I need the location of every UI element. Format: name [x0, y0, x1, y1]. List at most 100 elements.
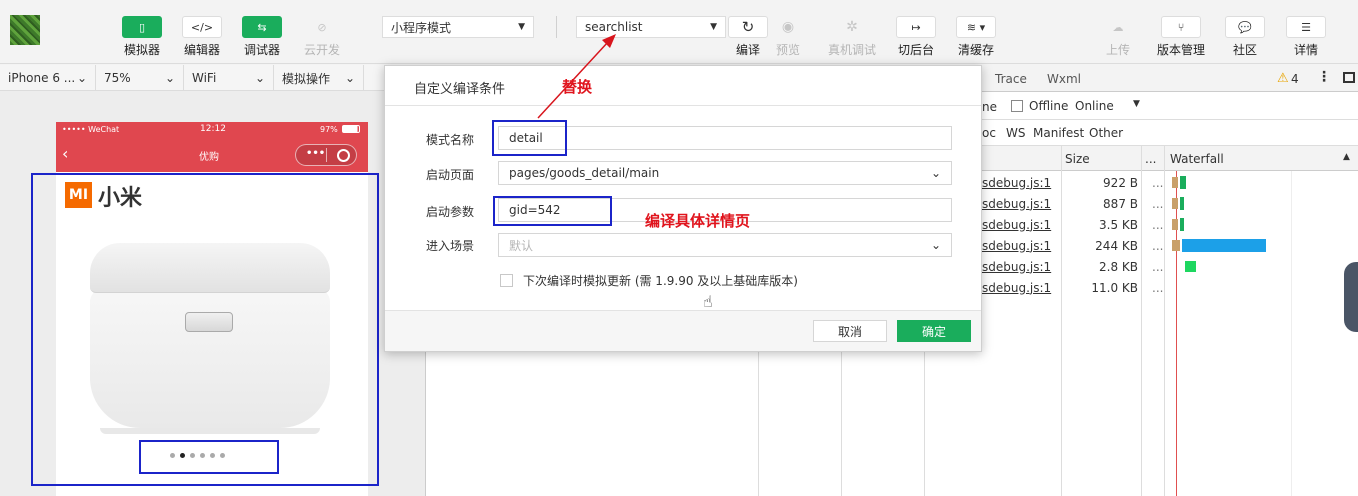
waterfall-download-bar: [1180, 176, 1186, 189]
device-bar: iPhone 6 ... ⌄ 75% ⌄ WiFi ⌄ 模拟操作 ⌄: [0, 65, 400, 91]
request-initiator[interactable]: sdebug.js:1: [982, 239, 1051, 253]
waterfall-wait-bar: [1172, 219, 1178, 230]
table-row[interactable]: sdebug.js:1 11.0 KB...: [982, 277, 1358, 298]
confirm-button[interactable]: 确定: [897, 320, 971, 342]
back-arrow-icon[interactable]: ‹: [62, 144, 68, 163]
request-size: 887 B: [1103, 196, 1138, 211]
column-waterfall[interactable]: Waterfall: [1170, 152, 1224, 166]
switch-background-icon: ↦: [911, 20, 921, 34]
more-dots-icon[interactable]: •••: [306, 148, 325, 159]
mode-select-value: 小程序模式: [391, 20, 452, 35]
upload-cloud-icon: ☁: [1112, 20, 1124, 34]
waterfall-wait-bar: [1172, 198, 1178, 209]
sort-up-icon[interactable]: ▲: [1343, 152, 1350, 162]
type-other[interactable]: Other: [1089, 126, 1123, 140]
nav-title: 优购: [199, 152, 219, 163]
warning-icon[interactable]: ⚠: [1277, 71, 1289, 86]
start-page-label: 启动页面: [426, 168, 475, 182]
scene-placeholder: 默认: [509, 238, 534, 253]
dock-icon[interactable]: [1343, 72, 1355, 83]
type-doc[interactable]: oc: [982, 126, 996, 140]
status-time: 12:12: [200, 124, 226, 134]
table-row[interactable]: sdebug.js:1 922 B...: [982, 172, 1358, 193]
chevron-down-icon: ⌄: [164, 71, 175, 85]
request-size: 922 B: [1103, 175, 1138, 190]
branch-icon: ⑂: [1177, 20, 1185, 34]
type-ws[interactable]: WS: [1006, 126, 1025, 140]
tab-wxml[interactable]: Wxml: [1047, 72, 1081, 86]
layers-icon: ≋ ▾: [966, 20, 986, 34]
capsule-menu[interactable]: •••: [295, 144, 357, 166]
type-manifest[interactable]: Manifest: [1033, 126, 1084, 140]
operation-select[interactable]: 模拟操作 ⌄: [274, 65, 364, 91]
battery-text: 97%: [320, 125, 338, 134]
tab-trace[interactable]: Trace: [995, 72, 1027, 86]
operation-select-value: 模拟操作: [282, 71, 331, 86]
eye-icon: ◉: [781, 19, 795, 35]
throttle-select[interactable]: Online: [1075, 99, 1114, 113]
table-row[interactable]: sdebug.js:1 2.8 KB...: [982, 256, 1358, 277]
chevron-down-icon: ⌄: [930, 166, 941, 180]
request-initiator[interactable]: sdebug.js:1: [982, 281, 1051, 295]
start-page-select[interactable]: pages/goods_detail/main ⌄: [498, 161, 952, 185]
preview-label: 预览: [775, 43, 800, 57]
version-button[interactable]: ⑂: [1161, 16, 1201, 38]
caret-down-icon[interactable]: ▼: [1133, 99, 1140, 109]
chevron-down-icon: ⌄: [254, 71, 265, 85]
upload-button[interactable]: ☁: [1098, 16, 1138, 38]
main-toolbar: ▯ 模拟器 </> 编辑器 ⇆ 调试器 ⊘ 云开发 小程序模式 ▼ search…: [0, 0, 1358, 64]
network-select[interactable]: WiFi ⌄: [184, 65, 274, 91]
request-size: 244 KB: [1095, 238, 1138, 253]
request-more: ...: [1152, 259, 1164, 274]
waterfall-download-bar: [1182, 239, 1266, 252]
request-initiator[interactable]: sdebug.js:1: [982, 260, 1051, 274]
preview-button[interactable]: ◉: [768, 16, 808, 38]
kebab-menu-icon[interactable]: ⋮: [1317, 69, 1331, 85]
avatar[interactable]: [10, 15, 40, 45]
cancel-button[interactable]: 取消: [813, 320, 887, 342]
battery-icon: [342, 125, 360, 133]
clear-cache-button[interactable]: ≋ ▾: [956, 16, 996, 38]
waterfall-wait-bar: [1172, 240, 1180, 251]
column-divider: [758, 352, 759, 496]
clear-cache-label: 清缓存: [957, 43, 994, 57]
chevron-down-icon: ⌄: [76, 71, 87, 85]
cloud-dev-label: 云开发: [303, 43, 340, 57]
waterfall-download-bar: [1180, 197, 1184, 210]
background-button[interactable]: ↦: [896, 16, 936, 38]
refresh-icon: ↻: [741, 18, 755, 36]
cloud-link-icon: ⊘: [317, 20, 327, 34]
editor-toggle-button[interactable]: </>: [182, 16, 222, 38]
mode-select[interactable]: 小程序模式 ▼: [382, 16, 534, 38]
waterfall-wait-bar: [1185, 261, 1196, 272]
debugger-toggle-button[interactable]: ⇆: [242, 16, 282, 38]
table-row[interactable]: sdebug.js:1 3.5 KB...: [982, 214, 1358, 235]
remote-debug-button[interactable]: ✲: [832, 16, 872, 38]
details-button[interactable]: ☰: [1286, 16, 1326, 38]
caret-down-icon: ▼: [518, 22, 525, 32]
compile-button[interactable]: ↻: [728, 16, 768, 38]
simulator-toggle-button[interactable]: ▯: [122, 16, 162, 38]
close-miniprogram-icon[interactable]: [337, 149, 350, 162]
community-button[interactable]: 💬: [1225, 16, 1265, 38]
capsule-divider: [326, 148, 327, 162]
upload-label: 上传: [1105, 43, 1130, 57]
table-row[interactable]: sdebug.js:1 244 KB...: [982, 235, 1358, 256]
simulate-update-checkbox[interactable]: [500, 274, 513, 287]
editor-label: 编辑器: [183, 43, 220, 57]
zoom-select[interactable]: 75% ⌄: [96, 65, 184, 91]
device-select[interactable]: iPhone 6 ... ⌄: [0, 65, 96, 91]
table-row[interactable]: sdebug.js:1 887 B...: [982, 193, 1358, 214]
waterfall-download-bar: [1180, 218, 1184, 231]
column-size[interactable]: Size: [1065, 152, 1090, 166]
cloud-dev-button[interactable]: ⊘: [302, 16, 342, 38]
column-more[interactable]: ...: [1145, 152, 1156, 166]
request-initiator[interactable]: sdebug.js:1: [982, 176, 1051, 190]
offline-checkbox[interactable]: [1011, 100, 1023, 112]
offline-label: Offline: [1029, 99, 1069, 113]
request-initiator[interactable]: sdebug.js:1: [982, 197, 1051, 211]
side-handle[interactable]: [1344, 262, 1358, 332]
request-initiator[interactable]: sdebug.js:1: [982, 218, 1051, 232]
carrier-text: ••••• WeChat: [62, 125, 120, 134]
scene-select[interactable]: 默认 ⌄: [498, 233, 952, 257]
